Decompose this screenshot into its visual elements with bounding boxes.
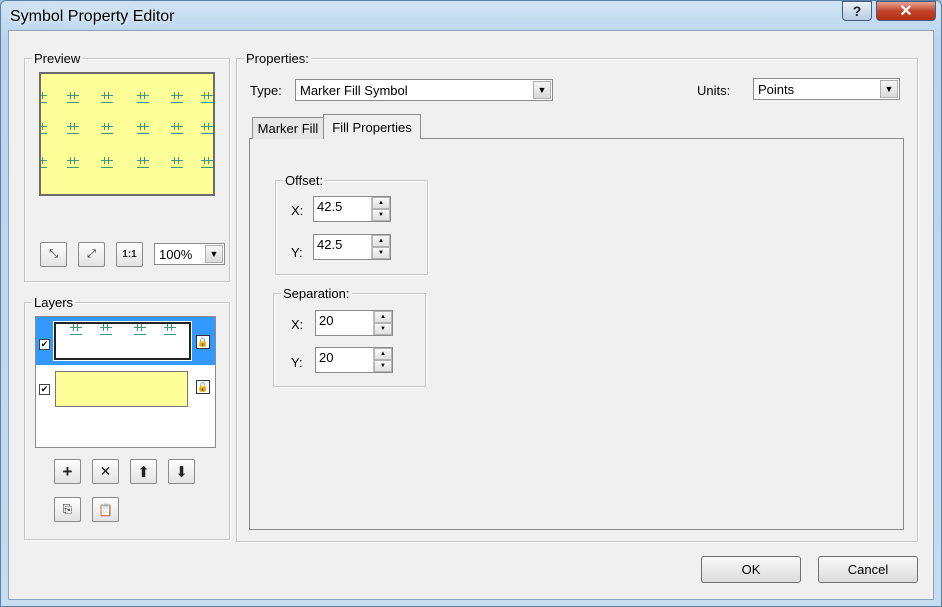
- copy-layer-button[interactable]: ⎘: [54, 497, 81, 522]
- units-select[interactable]: Points ▼: [753, 78, 900, 100]
- marker-symbol: [164, 324, 176, 335]
- fit-icon: ⤢: [87, 248, 96, 260]
- marker-symbol: [41, 123, 47, 134]
- marker-symbol: [171, 157, 183, 168]
- marker-symbol: [201, 157, 213, 168]
- offset-group: [275, 180, 428, 275]
- marker-symbol: [171, 123, 183, 134]
- marker-symbol: [101, 92, 113, 103]
- marker-symbol: [137, 157, 149, 168]
- spin-up-icon[interactable]: ▲: [374, 348, 392, 360]
- marker-symbol: [201, 123, 213, 134]
- marker-symbol: [41, 157, 47, 168]
- offset-y-label: Y:: [291, 245, 303, 260]
- arrow-up-icon: ⬆: [137, 463, 150, 481]
- separation-y-input[interactable]: 20 ▲ ▼: [315, 347, 393, 373]
- marker-symbol: [100, 324, 112, 335]
- zoom-actual-button[interactable]: 1:1: [116, 242, 143, 267]
- offset-x-label: X:: [291, 203, 304, 218]
- marker-symbol: [101, 157, 113, 168]
- tab-marker-fill[interactable]: Marker Fill: [252, 117, 324, 139]
- symbol-preview: [39, 72, 215, 196]
- preview-label: Preview: [32, 51, 83, 66]
- layer-1-checkbox[interactable]: ✔: [39, 339, 50, 350]
- offset-x-input[interactable]: 42.5 ▲ ▼: [313, 196, 391, 222]
- marker-fill-layer-thumbnail[interactable]: [53, 321, 192, 361]
- actual-size-icon: 1:1: [122, 249, 137, 260]
- zoom-fit-button[interactable]: ⤢: [78, 242, 105, 267]
- separation-x-input[interactable]: 20 ▲ ▼: [315, 310, 393, 336]
- chevron-down-icon[interactable]: ▼: [205, 245, 223, 263]
- delete-icon: ✕: [99, 463, 112, 479]
- spin-down-icon[interactable]: ▼: [372, 247, 390, 259]
- lock-icon[interactable]: 🔒: [196, 335, 210, 349]
- separation-y-value: 20: [319, 350, 334, 365]
- spin-up-icon[interactable]: ▲: [374, 311, 392, 323]
- marker-symbol: [67, 92, 79, 103]
- separation-label: Separation:: [281, 286, 352, 301]
- move-up-button[interactable]: ⬆: [130, 459, 157, 484]
- separation-x-value: 20: [319, 313, 334, 328]
- properties-label: Properties:: [244, 51, 311, 66]
- marker-symbol: [67, 123, 79, 134]
- tab-fill-properties[interactable]: Fill Properties: [323, 114, 421, 139]
- offset-y-input[interactable]: 42.5 ▲ ▼: [313, 234, 391, 260]
- zoom-shrink-button[interactable]: ⤡: [40, 242, 67, 267]
- separation-y-label: Y:: [291, 355, 303, 370]
- copy-icon: ⎘: [62, 502, 73, 516]
- chevron-down-icon[interactable]: ▼: [533, 81, 551, 99]
- offset-label: Offset:: [283, 173, 326, 188]
- arrow-down-icon: ⬇: [175, 463, 188, 481]
- cancel-button[interactable]: Cancel: [818, 556, 918, 583]
- ok-button[interactable]: OK: [701, 556, 801, 583]
- spin-up-icon[interactable]: ▲: [372, 235, 390, 247]
- zoom-value: 100%: [159, 246, 193, 262]
- spin-down-icon[interactable]: ▼: [374, 323, 392, 335]
- zoom-select[interactable]: 100% ▼: [154, 243, 225, 265]
- units-label: Units:: [697, 83, 731, 98]
- type-select[interactable]: Marker Fill Symbol ▼: [295, 79, 553, 101]
- type-label: Type:: [250, 83, 282, 98]
- separation-x-label: X:: [291, 317, 304, 332]
- spin-up-icon[interactable]: ▲: [372, 197, 390, 209]
- spin-down-icon[interactable]: ▼: [372, 209, 390, 221]
- help-button[interactable]: ?: [842, 1, 872, 21]
- shrink-icon: ⤡: [49, 248, 58, 260]
- layer-2-checkbox[interactable]: ✔: [39, 384, 50, 395]
- simple-fill-layer-thumbnail[interactable]: [55, 371, 188, 407]
- add-layer-button[interactable]: +: [54, 459, 81, 484]
- lock-icon[interactable]: 🔓: [196, 380, 210, 394]
- marker-symbol: [67, 157, 79, 168]
- window-title: Symbol Property Editor: [10, 8, 175, 25]
- marker-symbol: [70, 324, 82, 335]
- move-down-button[interactable]: ⬇: [168, 459, 195, 484]
- marker-symbol: [201, 92, 213, 103]
- marker-symbol: [171, 92, 183, 103]
- units-value: Points: [758, 81, 795, 97]
- chevron-down-icon[interactable]: ▼: [880, 80, 898, 98]
- offset-x-value: 42.5: [317, 199, 343, 214]
- paste-icon: 📋: [98, 502, 113, 517]
- marker-symbol: [137, 92, 149, 103]
- type-value: Marker Fill Symbol: [300, 82, 408, 98]
- delete-layer-button[interactable]: ✕: [92, 459, 119, 484]
- marker-symbol: [41, 92, 47, 103]
- layers-label: Layers: [32, 295, 76, 310]
- marker-symbol: [101, 123, 113, 134]
- paste-layer-button[interactable]: 📋: [92, 497, 119, 522]
- marker-symbol: [134, 324, 146, 335]
- layers-list[interactable]: ✔ 🔒 ✔ 🔓: [35, 316, 216, 448]
- offset-y-value: 42.5: [317, 237, 343, 252]
- spin-down-icon[interactable]: ▼: [374, 360, 392, 372]
- close-button[interactable]: ✕: [876, 1, 936, 21]
- add-icon: +: [62, 461, 73, 481]
- marker-symbol: [137, 123, 149, 134]
